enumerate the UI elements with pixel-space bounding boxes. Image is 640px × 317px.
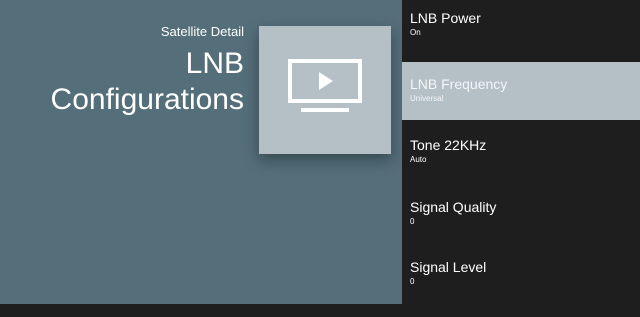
menu-item-value: Auto [410,155,427,164]
tv-play-icon [288,59,362,112]
page-title-line1: LNB [185,47,244,80]
settings-menu: LNB Power On LNB Frequency Universal Ton… [402,0,640,304]
menu-item-value: 0 [410,277,415,286]
menu-item-tone-22khz[interactable]: Tone 22KHz Auto [402,137,640,195]
menu-item-value: 0 [410,217,415,226]
menu-item-lnb-frequency[interactable]: LNB Frequency Universal [402,62,640,120]
header-tile [259,26,391,154]
menu-item-label: Tone 22KHz [410,137,487,153]
header-pane: Satellite Detail LNB Configurations [0,0,402,304]
page-title: LNB Configurations [51,46,244,118]
menu-item-value: Universal [410,94,444,103]
menu-item-label: LNB Power [410,10,481,26]
menu-item-lnb-power[interactable]: LNB Power On [402,10,640,68]
menu-item-label: Signal Level [410,259,487,275]
menu-item-label: Signal Quality [410,199,497,215]
breadcrumb: Satellite Detail [160,24,244,39]
menu-item-signal-level[interactable]: Signal Level 0 [402,259,640,317]
page-title-line2: Configurations [50,83,244,116]
menu-item-label: LNB Frequency [410,76,508,92]
menu-item-value: On [410,28,421,37]
menu-item-signal-quality[interactable]: Signal Quality 0 [402,199,640,257]
